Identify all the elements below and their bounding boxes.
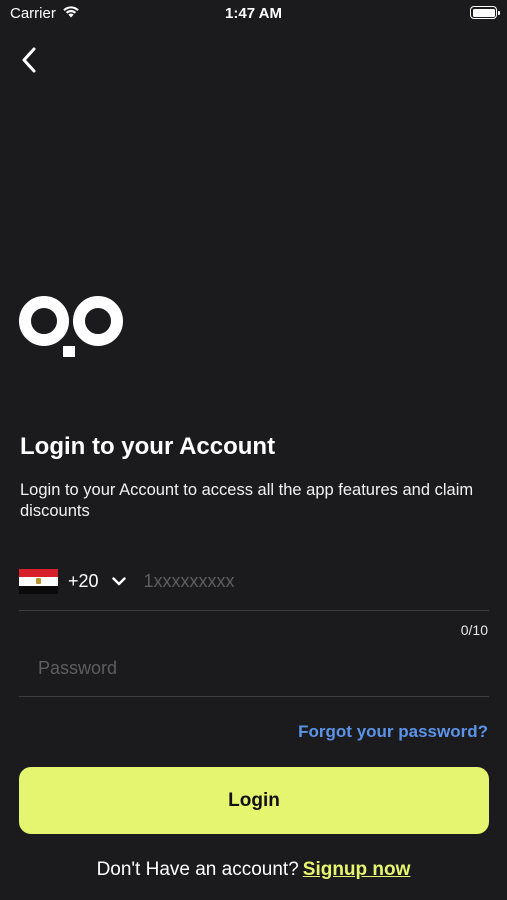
phone-char-counter: 0/10 xyxy=(460,622,488,638)
battery-icon xyxy=(470,6,500,19)
status-time: 1:47 AM xyxy=(225,5,282,22)
chevron-left-icon xyxy=(22,47,36,73)
page-subtitle: Login to your Account to access all the … xyxy=(20,481,474,520)
country-code[interactable]: +20 xyxy=(68,571,99,592)
brand-logo xyxy=(19,291,124,364)
signup-row: Don't Have an account? Signup now xyxy=(0,859,507,881)
phone-input[interactable] xyxy=(143,571,444,592)
signup-prompt: Don't Have an account? xyxy=(96,859,299,880)
egypt-flag-icon[interactable] xyxy=(19,569,58,594)
password-input[interactable] xyxy=(38,658,458,679)
login-screen: Carrier 1:47 AM Login to your Account Lo… xyxy=(0,0,507,900)
login-button[interactable]: Login xyxy=(19,767,489,834)
battery-level xyxy=(472,8,495,17)
status-bar: Carrier 1:47 AM xyxy=(0,0,507,28)
back-button[interactable] xyxy=(16,45,42,75)
signup-link[interactable]: Signup now xyxy=(303,859,411,880)
status-right xyxy=(470,6,500,19)
page-title: Login to your Account xyxy=(20,433,276,460)
forgot-password-link[interactable]: Forgot your password? xyxy=(298,722,488,742)
password-field xyxy=(19,648,489,697)
phone-field: +20 xyxy=(19,563,489,611)
chevron-down-icon[interactable] xyxy=(111,573,126,591)
